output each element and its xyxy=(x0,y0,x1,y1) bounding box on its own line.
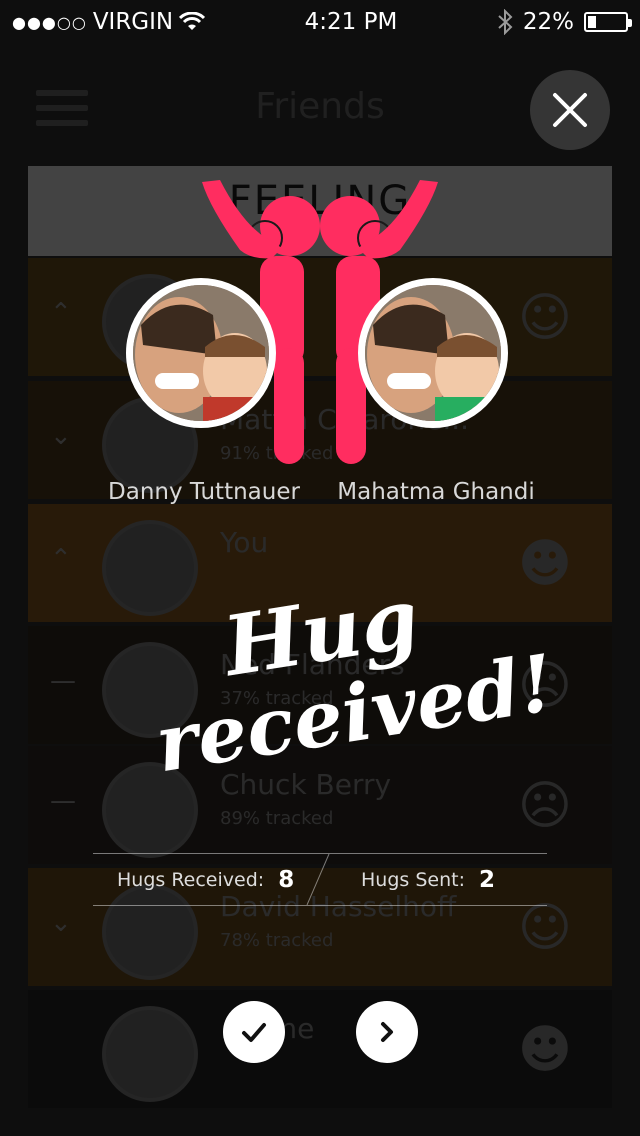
battery-percent: 22% xyxy=(522,9,574,35)
confirm-button[interactable] xyxy=(223,1001,285,1063)
receiver-avatar xyxy=(358,278,508,428)
hugs-received-value: 8 xyxy=(278,866,295,893)
battery-icon xyxy=(584,12,632,32)
hugs-received-label: Hugs Received: xyxy=(117,868,265,891)
close-icon xyxy=(553,93,587,127)
hugs-sent-value: 2 xyxy=(478,866,495,893)
receiver-name: Mahatma Ghandi xyxy=(336,477,536,507)
signal-strength-icon: ●●●○○ xyxy=(12,12,87,32)
hugs-sent-label: Hugs Sent: xyxy=(361,868,465,891)
sender-avatar xyxy=(126,278,276,428)
carrier-name: VIRGIN xyxy=(92,9,174,35)
checkmark-icon xyxy=(242,1023,266,1042)
hugs-sent-stat: Hugs Sent: 2 xyxy=(361,867,495,893)
hug-stats: Hugs Received: 8 Hugs Sent: 2 xyxy=(93,853,547,906)
wifi-icon xyxy=(179,12,206,30)
sender-name-text: Danny Tuttnauer xyxy=(108,479,300,505)
stats-divider xyxy=(306,854,330,905)
modal-overlay xyxy=(0,0,640,1136)
hugs-received-stat: Hugs Received: 8 xyxy=(117,867,294,893)
next-button[interactable] xyxy=(356,1001,418,1063)
close-button[interactable] xyxy=(530,70,610,150)
bluetooth-icon xyxy=(498,9,513,35)
chevron-right-icon xyxy=(381,1022,393,1042)
status-time: 4:21 PM xyxy=(304,9,398,35)
sender-name: Danny Tuttnauer xyxy=(104,477,304,507)
status-bar: ●●●○○ VIRGIN 4:21 PM 22% xyxy=(0,0,640,44)
receiver-name-text: Mahatma Ghandi xyxy=(337,479,535,505)
